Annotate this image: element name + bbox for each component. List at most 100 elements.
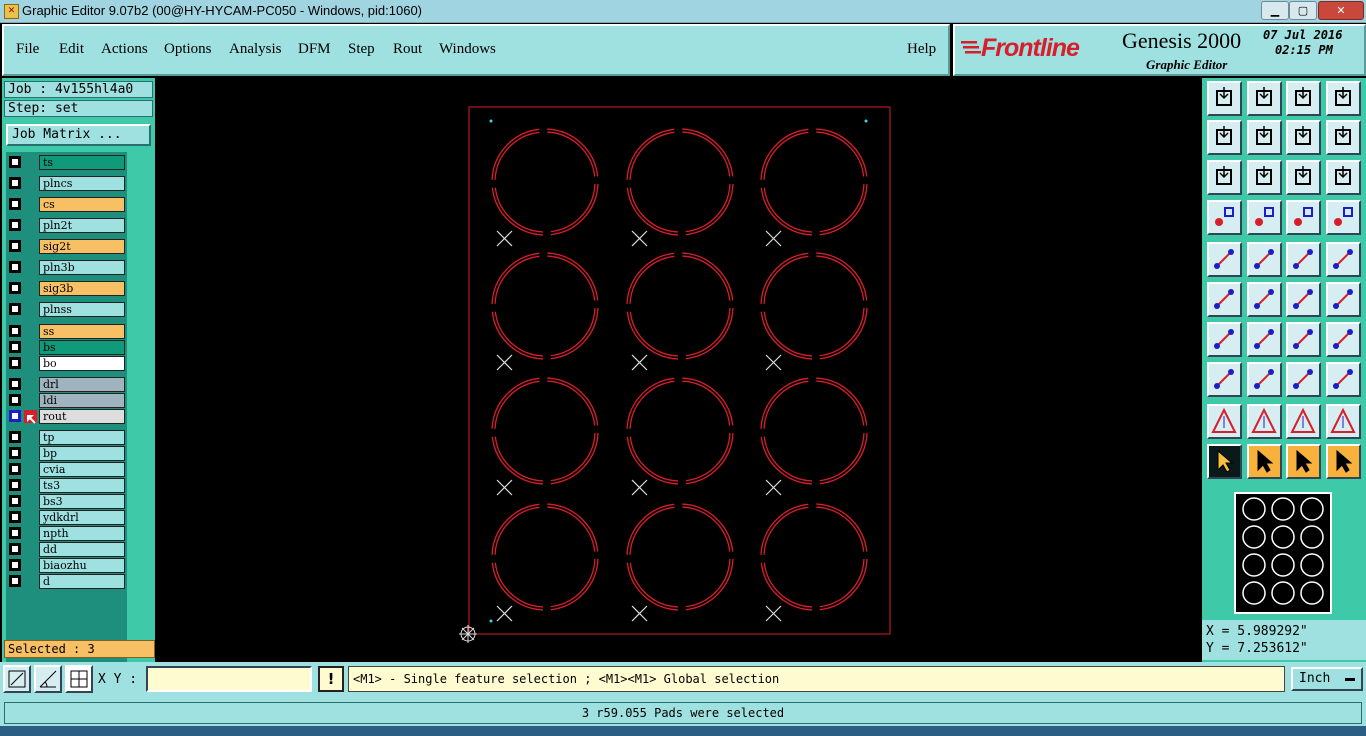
add-surface-icon[interactable] [1247,242,1282,277]
layer-checkbox[interactable] [9,219,21,231]
arc-icon[interactable] [1286,322,1321,357]
layer-row-ss[interactable]: ss [6,324,127,339]
layer-checkbox[interactable] [9,240,21,252]
zoom-window-icon[interactable] [1326,81,1361,116]
cut-icon[interactable] [1247,362,1282,397]
layer-row-rout[interactable]: rout [6,409,127,424]
close-button[interactable]: ✕ [1318,1,1364,20]
pad-icon[interactable] [1326,242,1361,277]
add-line-icon[interactable] [1207,322,1242,357]
layer-checkbox[interactable] [9,447,21,459]
warning-button[interactable]: ! [318,666,344,692]
shape-icon[interactable] [1286,404,1321,439]
layer-row-dd[interactable]: dd [6,542,127,557]
layer-checkbox[interactable] [9,261,21,273]
resize-icon[interactable] [1286,362,1321,397]
layer-row-biaozhu[interactable]: biaozhu [6,558,127,573]
layer-row-sig3b[interactable]: sig3b [6,281,127,296]
layer-row-pln2t[interactable]: pln2t [6,218,127,233]
snap-grid-icon[interactable] [65,665,93,693]
layer-checkbox[interactable] [9,575,21,587]
edit-line-icon[interactable] [1247,322,1282,357]
layer-checkbox[interactable] [9,495,21,507]
triangle-icon[interactable] [1207,404,1242,439]
layer-row-npth[interactable]: npth [6,526,127,541]
select-orange-icon[interactable] [1247,444,1282,479]
snap-icon[interactable] [1207,362,1242,397]
measure-angle-icon[interactable] [34,665,62,693]
layer-row-plncs[interactable]: plncs [6,176,127,191]
undo-icon[interactable] [1286,120,1321,155]
layer-row-ts[interactable]: ts [6,155,127,170]
copy-icon[interactable] [1326,282,1361,317]
select-icon[interactable] [1207,444,1242,479]
menu-dfm[interactable]: DFM [298,41,331,58]
save-icon[interactable] [1247,81,1282,116]
units-select[interactable]: Inch [1291,667,1363,691]
layer-compare-icon[interactable] [1286,200,1321,235]
menu-windows[interactable]: Windows [439,41,496,58]
layer-row-bp[interactable]: bp [6,446,127,461]
group-icon[interactable] [1326,362,1361,397]
layer-row-plnss[interactable]: plnss [6,302,127,317]
add-pad-icon[interactable] [1207,242,1242,277]
layer-row-pln3b[interactable]: pln3b [6,260,127,275]
menu-file[interactable]: File [16,41,39,58]
layer-checkbox[interactable] [9,527,21,539]
connect-icon[interactable] [1207,282,1242,317]
layer-checkbox[interactable] [9,303,21,315]
layer-checkbox[interactable] [9,410,21,422]
layer-row-bo[interactable]: bo [6,356,127,371]
open-step-icon[interactable] [1207,81,1242,116]
layer-checkbox[interactable] [9,511,21,523]
settings-icon[interactable] [1207,200,1242,235]
route-icon[interactable] [1247,404,1282,439]
redraw-icon[interactable] [1326,120,1361,155]
layer-row-sig2t[interactable]: sig2t [6,239,127,254]
home-icon[interactable] [1286,81,1321,116]
layer-checkbox[interactable] [9,463,21,475]
grid-icon[interactable] [1247,200,1282,235]
help-icon[interactable] [1326,160,1361,195]
path-icon[interactable] [1326,444,1361,479]
layer-toggle-icon[interactable] [1326,200,1361,235]
slot-icon[interactable] [1326,404,1361,439]
xy-input[interactable] [146,666,312,692]
zoom-box-icon[interactable] [3,665,31,693]
menu-help[interactable]: Help [907,41,936,58]
layer-row-tp[interactable]: tp [6,430,127,445]
layer-checkbox[interactable] [9,282,21,294]
maximize-button[interactable]: ▢ [1289,1,1317,20]
layer-row-bs3[interactable]: bs3 [6,494,127,509]
pan-right-icon[interactable] [1247,120,1282,155]
layer-checkbox[interactable] [9,198,21,210]
layer-checkbox[interactable] [9,357,21,369]
graphic-canvas[interactable] [157,78,1201,662]
pan-left-icon[interactable] [1207,120,1242,155]
center-icon[interactable] [1247,160,1282,195]
overview-map[interactable] [1234,492,1332,614]
menu-edit[interactable]: Edit [59,41,84,58]
zoom-fit-icon[interactable] [1207,160,1242,195]
minimize-button[interactable]: ▁ [1261,1,1289,20]
layer-checkbox[interactable] [9,431,21,443]
layer-checkbox[interactable] [9,479,21,491]
menu-analysis[interactable]: Analysis [229,41,282,58]
layer-row-d[interactable]: d [6,574,127,589]
rotate-icon[interactable] [1286,444,1321,479]
menu-rout[interactable]: Rout [393,41,422,58]
menu-options[interactable]: Options [164,41,212,58]
job-matrix-button[interactable]: Job Matrix ... [6,124,151,146]
layer-checkbox[interactable] [9,177,21,189]
delete-icon[interactable] [1247,282,1282,317]
mirror-icon[interactable] [1326,322,1361,357]
layer-checkbox[interactable] [9,559,21,571]
menu-step[interactable]: Step [348,41,375,58]
layer-row-bs[interactable]: bs [6,340,127,355]
layer-row-cs[interactable]: cs [6,197,127,212]
layer-checkbox[interactable] [9,394,21,406]
layer-checkbox[interactable] [9,156,21,168]
layer-row-ldi[interactable]: ldi [6,393,127,408]
layer-checkbox[interactable] [9,341,21,353]
menu-actions[interactable]: Actions [101,41,148,58]
